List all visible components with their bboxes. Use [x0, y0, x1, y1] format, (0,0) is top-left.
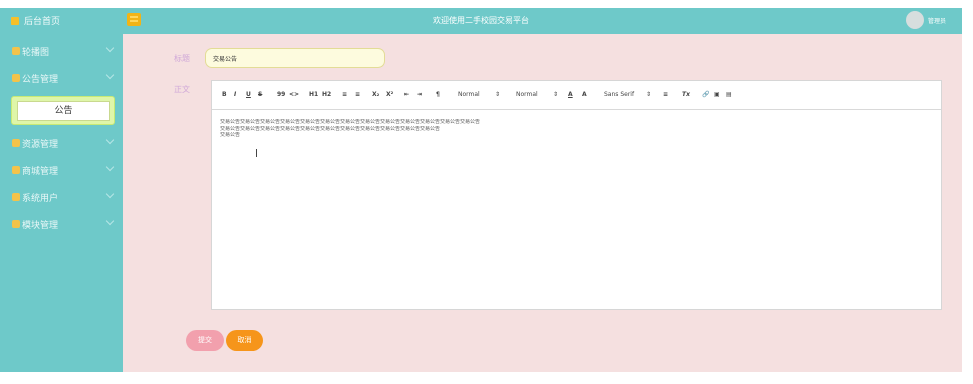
title-input[interactable] [205, 48, 385, 68]
superscript-button[interactable]: X² [386, 91, 393, 98]
site-title: 欢迎使用二手校园交易平台 [433, 16, 529, 25]
sidebar-item-label: 商城管理 [22, 167, 59, 177]
font-select[interactable]: Sans Serif [604, 91, 634, 98]
text-color-button[interactable]: A [568, 91, 573, 98]
body-label: 正文 [174, 85, 190, 94]
editor-content[interactable]: 交易公告交易公告交易公告交易公告交易公告交易公告交易公告交易公告交易公告交易公告… [220, 119, 920, 139]
image-icon [12, 47, 20, 55]
chevron-down-icon [105, 70, 115, 80]
resource-icon [12, 139, 20, 147]
indent-right-button[interactable]: ⇥ [417, 91, 422, 98]
image-button[interactable]: ▣ [714, 91, 720, 98]
link-button[interactable]: 🔗 [702, 91, 709, 98]
video-button[interactable]: ▤ [726, 91, 732, 98]
rich-text-editor[interactable]: B I U S 99 <> H1 H2 ≡ ≡ X₂ X² ⇤ ⇥ ¶ Norm… [211, 80, 942, 310]
sidebar-item-modules[interactable]: 模块管理 [0, 210, 123, 237]
chevron-down-icon [105, 162, 115, 172]
clean-format-button[interactable]: Tx [682, 91, 690, 98]
editor-toolbar: B I U S 99 <> H1 H2 ≡ ≡ X₂ X² ⇤ ⇥ ¶ Norm… [212, 81, 941, 110]
sidebar-item-label: 模块管理 [22, 221, 59, 231]
underline-button[interactable]: U [246, 91, 251, 98]
sidebar-subitem-notice[interactable]: 公告 [11, 96, 115, 125]
shop-icon [12, 166, 20, 174]
module-icon [12, 220, 20, 228]
main-panel: 标题 正文 B I U S 99 <> H1 H2 ≡ ≡ X₂ X² ⇤ ⇥ … [123, 34, 962, 372]
align-button[interactable]: ≡ [663, 91, 668, 98]
header-select[interactable]: Normal [516, 91, 538, 98]
size-select[interactable]: Normal [458, 91, 480, 98]
top-bar: 后台首页 欢迎使用二手校园交易平台 管理员 [0, 8, 962, 34]
cancel-button[interactable]: 取消 [226, 330, 263, 351]
sidebar-item-label: 资源管理 [22, 140, 59, 150]
sidebar-item-label: 公告管理 [22, 75, 59, 85]
code-block-button[interactable]: <> [289, 91, 299, 98]
indent-left-button[interactable]: ⇤ [404, 91, 409, 98]
subscript-button[interactable]: X₂ [372, 91, 379, 98]
blockquote-button[interactable]: 99 [277, 91, 285, 98]
sidebar-subitem-label: 公告 [17, 101, 110, 121]
username[interactable]: 管理员 [928, 16, 946, 25]
header-select-arrow-icon[interactable]: ⇕ [553, 91, 558, 98]
sidebar-item-carousel[interactable]: 轮播图 [0, 37, 123, 64]
sidebar-item-shop[interactable]: 商城管理 [0, 156, 123, 183]
sidebar-item-label: 轮播图 [22, 48, 50, 58]
sidebar-item-resource[interactable]: 资源管理 [0, 129, 123, 156]
app-root: 后台首页 欢迎使用二手校园交易平台 管理员 轮播图 公告管理 公告 资源管理 商… [0, 0, 973, 384]
notice-icon [12, 74, 20, 82]
font-select-arrow-icon[interactable]: ⇕ [646, 91, 651, 98]
chevron-down-icon [105, 189, 115, 199]
editor-line: 交易公告 [220, 132, 241, 138]
sidebar-item-label: 系统用户 [22, 194, 59, 204]
size-select-arrow-icon[interactable]: ⇕ [495, 91, 500, 98]
chevron-down-icon [105, 43, 115, 53]
background-color-button[interactable]: A [582, 91, 587, 98]
submit-button[interactable]: 提交 [186, 330, 224, 351]
sidebar: 轮播图 公告管理 公告 资源管理 商城管理 系统用户 模块管理 [0, 34, 123, 372]
sidebar-item-notice[interactable]: 公告管理 [0, 64, 123, 91]
user-icon [12, 193, 20, 201]
text-direction-button[interactable]: ¶ [436, 91, 440, 98]
chevron-down-icon [105, 135, 115, 145]
ordered-list-button[interactable]: ≡ [342, 91, 347, 98]
strike-button[interactable]: S [258, 91, 262, 98]
bold-button[interactable]: B [222, 91, 227, 98]
italic-button[interactable]: I [234, 91, 236, 98]
avatar[interactable] [906, 11, 924, 29]
header2-button[interactable]: H2 [322, 91, 331, 98]
header1-button[interactable]: H1 [309, 91, 318, 98]
chevron-down-icon [105, 216, 115, 226]
bullet-list-button[interactable]: ≡ [355, 91, 360, 98]
sidebar-item-users[interactable]: 系统用户 [0, 183, 123, 210]
title-label: 标题 [174, 54, 190, 63]
text-cursor [256, 149, 257, 157]
